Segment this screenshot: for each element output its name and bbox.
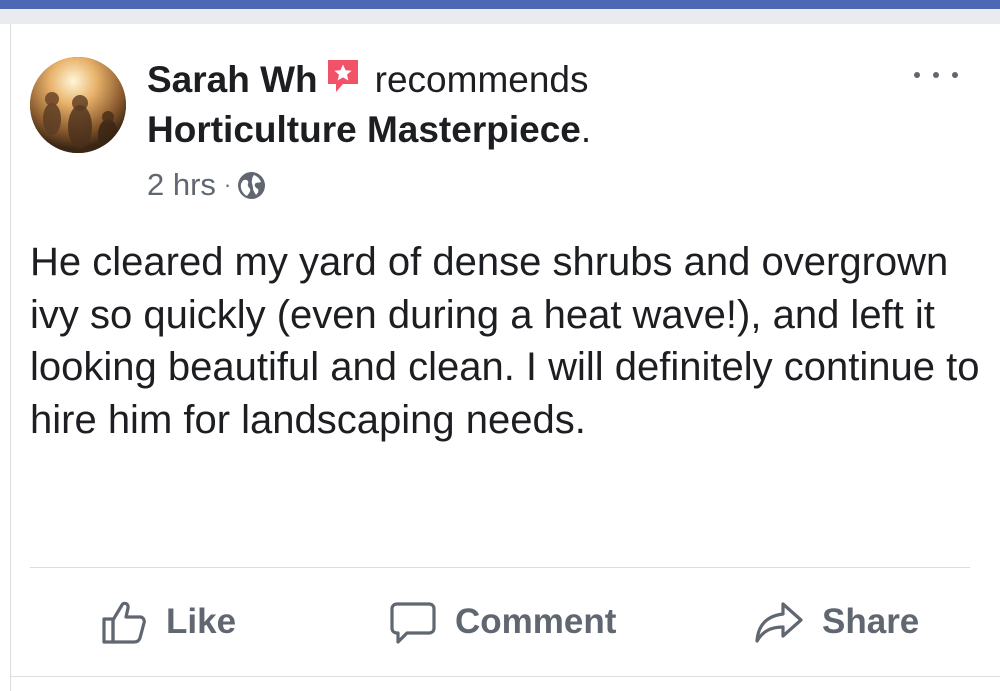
share-label: Share <box>822 602 920 641</box>
more-dot-icon <box>914 72 920 78</box>
top-nav-bar <box>0 0 1000 9</box>
action-text: recommends <box>374 59 589 100</box>
post-header-line-2: Horticulture Masterpiece. <box>147 106 591 154</box>
comment-button[interactable]: Comment <box>389 594 616 650</box>
share-arrow-icon <box>755 602 803 643</box>
target-suffix: . <box>580 109 592 150</box>
recommend-star-icon <box>325 57 361 95</box>
comment-icon <box>390 602 436 644</box>
comment-label: Comment <box>455 602 617 641</box>
avatar[interactable] <box>30 57 126 153</box>
post-header: Sarah Wh recommends <box>147 56 589 104</box>
post-meta: 2 hrs · <box>147 166 266 204</box>
share-button[interactable]: Share <box>754 594 919 650</box>
like-label: Like <box>166 602 237 641</box>
action-divider <box>30 567 970 568</box>
feed-background <box>0 9 1000 24</box>
thumbs-up-icon <box>102 601 146 644</box>
author-name[interactable]: Sarah Wh <box>147 59 318 100</box>
more-options-button[interactable] <box>914 60 958 90</box>
card-bottom-border <box>10 676 1000 677</box>
post-body: He cleared my yard of dense shrubs and o… <box>30 240 980 442</box>
more-dot-icon <box>952 72 958 78</box>
meta-separator: · <box>223 172 232 197</box>
more-dot-icon <box>933 72 939 78</box>
like-button[interactable]: Like <box>100 594 236 650</box>
timestamp[interactable]: 2 hrs <box>147 166 216 204</box>
globe-icon[interactable] <box>237 171 266 200</box>
recommended-page-link[interactable]: Horticulture Masterpiece <box>147 109 581 150</box>
